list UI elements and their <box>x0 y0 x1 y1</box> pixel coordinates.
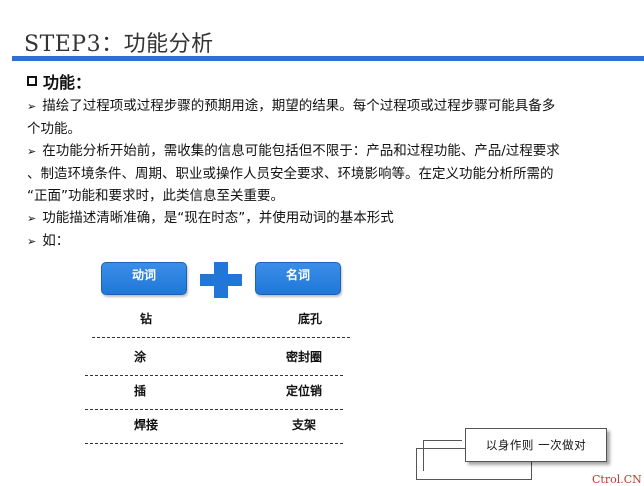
noun-cell: 支架 <box>291 418 317 432</box>
verb-cell: 钻 <box>139 312 153 326</box>
paragraph-1: ➢ 描绘了过程项或过程步骤的预期用途，期望的结果。每个过程项或过程步骤可能具备多 … <box>27 98 556 137</box>
body-text: ➢ 描绘了过程项或过程步骤的预期用途，期望的结果。每个过程项或过程步骤可能具备多 … <box>27 95 612 253</box>
row-divider <box>85 409 343 410</box>
noun-cell: 底孔 <box>297 312 323 326</box>
slide-title: STEP3：功能分析 <box>24 32 214 57</box>
row-divider <box>92 337 350 338</box>
arrowhead-bullet-icon: ➢ <box>27 145 37 158</box>
section-heading-text: 功能： <box>43 73 92 92</box>
verb-cell: 焊接 <box>133 418 159 432</box>
section-heading: 功能： <box>27 69 91 93</box>
noun-cell: 定位销 <box>285 384 323 398</box>
verb-cell: 插 <box>133 384 147 398</box>
noun-box: 名词 <box>255 262 341 295</box>
title-underline <box>12 56 644 61</box>
motto-back-frame <box>423 440 462 471</box>
hollow-square-icon <box>27 76 37 86</box>
motto-box: 以身作则 一次做对 <box>465 428 607 462</box>
arrowhead-bullet-icon: ➢ <box>27 212 37 225</box>
paragraph-2: ➢ 在功能分析开始前，需收集的信息可能包括但不限于：产品和过程功能、产品/过程要求… <box>27 143 560 204</box>
paragraph-3: ➢ 功能描述清晰准确，是“现在时态”，并使用动词的基本形式 <box>27 210 394 226</box>
plus-icon <box>200 262 242 298</box>
arrowhead-bullet-icon: ➢ <box>27 100 37 113</box>
row-divider <box>85 443 343 444</box>
verb-box: 动词 <box>101 262 187 295</box>
watermark: Ctrol.CN <box>592 473 642 486</box>
verb-cell: 涂 <box>133 350 147 364</box>
arrowhead-bullet-icon: ➢ <box>27 235 37 248</box>
row-divider <box>85 375 343 376</box>
paragraph-4: ➢ 如： <box>27 233 70 249</box>
noun-cell: 密封圈 <box>285 350 323 364</box>
